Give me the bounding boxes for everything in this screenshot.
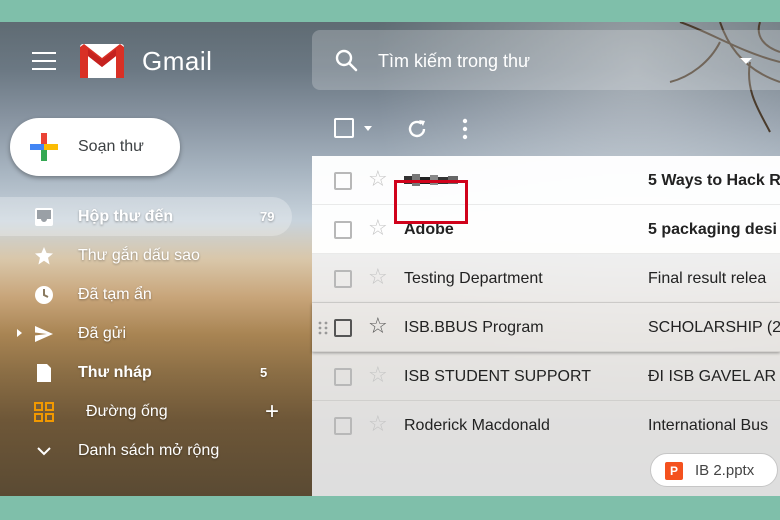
email-checkbox[interactable] <box>334 319 352 337</box>
refresh-icon[interactable] <box>406 118 428 140</box>
email-subject: International Bus <box>648 417 769 434</box>
expand-arrow-icon[interactable] <box>17 329 22 337</box>
select-options-icon[interactable] <box>364 126 372 131</box>
drag-handle-icon[interactable] <box>318 321 328 335</box>
send-icon <box>35 326 53 342</box>
compose-plus-icon <box>28 131 60 163</box>
chevron-down-icon <box>37 447 51 456</box>
email-checkbox[interactable] <box>334 417 352 435</box>
email-sender: ISB STUDENT SUPPORT <box>404 368 591 385</box>
gmail-brand-text: Gmail <box>142 46 213 76</box>
email-checkbox[interactable] <box>334 270 352 288</box>
email-checkbox[interactable] <box>334 172 352 190</box>
sidebar-item-snoozed[interactable]: Đã tạm ẩn <box>0 275 300 314</box>
inbox-icon <box>35 208 53 226</box>
inbox-count: 79 <box>260 209 275 224</box>
star-toggle-icon[interactable]: ☆ <box>368 266 388 288</box>
clock-icon <box>35 286 53 304</box>
compose-label: Soạn thư <box>78 138 144 155</box>
sidebar-item-starred[interactable]: Thư gắn dấu sao <box>0 236 300 275</box>
more-options-icon[interactable] <box>462 118 468 140</box>
add-pipeline-icon[interactable]: + <box>265 398 279 426</box>
sidebar-item-inbox[interactable]: Hộp thư đến 79 <box>0 197 292 236</box>
sidebar-item-drafts[interactable]: Thư nháp 5 <box>0 353 300 392</box>
sidebar-item-more[interactable]: Danh sách mở rộng <box>0 431 300 470</box>
email-subject: ĐI ISB GAVEL AR <box>648 368 777 385</box>
search-icon[interactable] <box>334 48 358 72</box>
email-row[interactable]: ☆ ISB STUDENT SUPPORT ĐI ISB GAVEL AR <box>312 352 780 401</box>
email-checkbox[interactable] <box>334 221 352 239</box>
sidebar-item-sent[interactable]: Đã gửi <box>0 314 300 353</box>
star-icon <box>35 247 53 265</box>
star-toggle-icon[interactable]: ☆ <box>368 315 388 337</box>
email-subject: Final result relea <box>648 270 767 287</box>
email-sender: Roderick Macdonald <box>404 417 550 434</box>
compose-button[interactable]: Soạn thư <box>10 118 180 176</box>
email-row[interactable]: ☆ ISB.BBUS Program SCHOLARSHIP (2 <box>312 303 780 352</box>
main-menu-icon[interactable] <box>32 52 56 70</box>
sidebar-nav: Hộp thư đến 79 Thư gắn dấu sao Đã tạm ẩn… <box>0 197 300 470</box>
star-toggle-icon[interactable]: ☆ <box>368 168 388 190</box>
draft-icon <box>37 364 51 382</box>
sidebar-item-pipeline[interactable]: Đường ống + <box>0 392 300 431</box>
search-options-icon[interactable] <box>740 58 752 64</box>
attachment-chip[interactable]: P IB 2.pptx <box>650 453 778 487</box>
gmail-window: Gmail Soạn thư Hộp thư đến 79 <box>0 22 780 496</box>
star-toggle-icon[interactable]: ☆ <box>368 413 388 435</box>
email-sender: Testing Department <box>404 270 543 287</box>
email-subject: 5 packaging desi <box>648 221 777 238</box>
email-row[interactable]: ☆ Testing Department Final result relea <box>312 254 780 303</box>
email-subject: 5 Ways to Hack R <box>648 172 780 189</box>
email-sender: ISB.BBUS Program <box>404 319 544 336</box>
email-checkbox[interactable] <box>334 368 352 386</box>
star-toggle-icon[interactable]: ☆ <box>368 217 388 239</box>
gmail-logo-icon[interactable] <box>80 44 124 78</box>
search-input[interactable] <box>378 48 718 74</box>
attachment-name: IB 2.pptx <box>695 462 755 479</box>
powerpoint-file-icon: P <box>665 462 683 480</box>
email-subject: SCHOLARSHIP (2 <box>648 319 780 336</box>
email-list: ☆ 5 Ways to Hack R ☆ Adobe 5 packaging d… <box>312 156 780 496</box>
red-highlight-box <box>394 180 468 224</box>
email-row[interactable]: ☆ Adobe 5 packaging desi <box>312 205 780 254</box>
search-bar[interactable] <box>312 30 780 90</box>
drafts-count: 5 <box>260 365 268 380</box>
star-toggle-icon[interactable]: ☆ <box>368 364 388 386</box>
pipeline-icon <box>34 402 54 422</box>
email-row[interactable]: ☆ Roderick Macdonald International Bus P… <box>312 401 780 496</box>
select-all-checkbox[interactable] <box>334 118 354 138</box>
email-row[interactable]: ☆ 5 Ways to Hack R <box>312 156 780 205</box>
